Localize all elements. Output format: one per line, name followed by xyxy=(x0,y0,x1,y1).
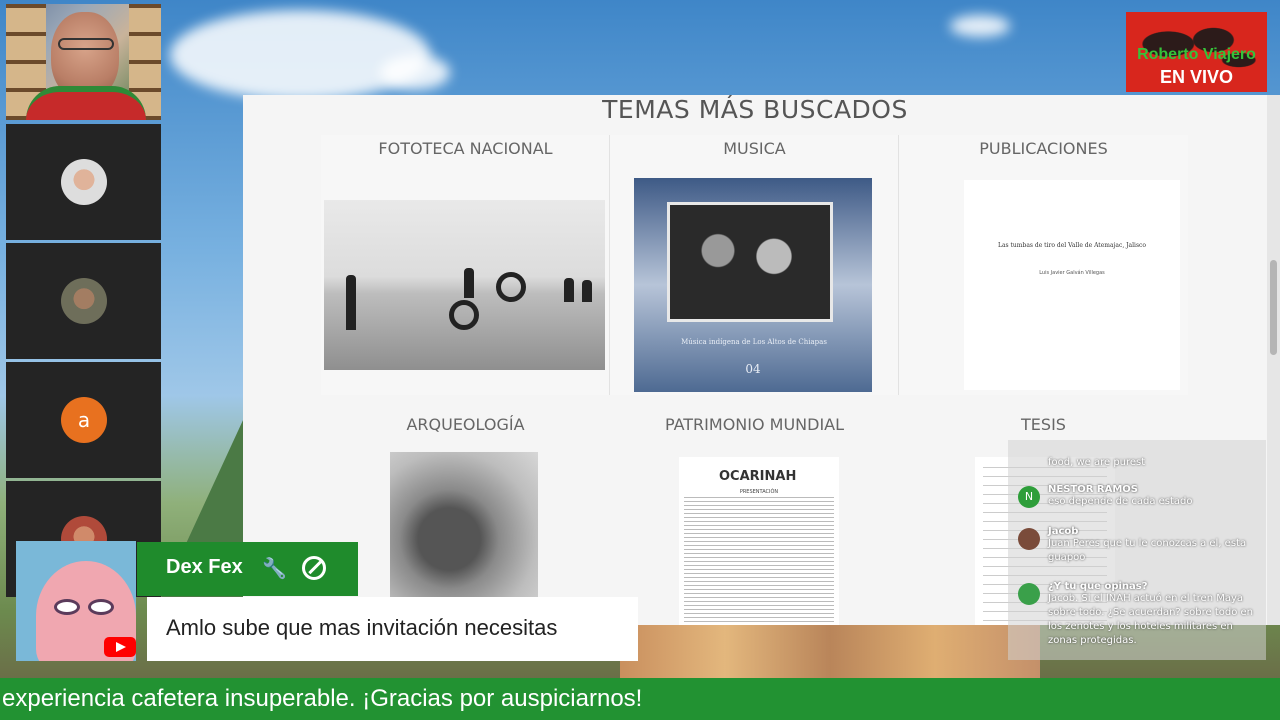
eye xyxy=(88,599,114,615)
person-figure xyxy=(564,278,574,302)
chat-author: ¿Y tu que opinas? xyxy=(1048,581,1148,592)
page-title: TEMAS MÁS BUSCADOS xyxy=(602,95,908,124)
participant-tile[interactable]: a xyxy=(6,362,161,478)
live-badge: EN VIVO xyxy=(1159,67,1234,87)
album-title: Música indígena de Los Altos de Chiapas xyxy=(681,338,827,346)
chat-message: N NESTOR RAMOS eso depende de cada estad… xyxy=(1018,484,1258,509)
commenter-name-bar: Dex Fex 🔧 xyxy=(137,542,358,596)
chat-message: ¿Y tu que opinas? Jacob. Si el INAH actu… xyxy=(1018,581,1258,648)
city-buildings xyxy=(620,620,1040,680)
card-title-arqueologia[interactable]: ARQUEOLOGÍA xyxy=(321,415,610,434)
play-icon xyxy=(116,642,126,652)
album-number: 04 xyxy=(745,362,761,376)
cloud xyxy=(380,55,450,90)
page-scrollbar[interactable] xyxy=(1267,95,1280,625)
person-figure xyxy=(346,275,356,330)
participant-tile[interactable] xyxy=(6,243,161,359)
host-shirt xyxy=(26,86,146,120)
person-figure xyxy=(582,280,592,302)
chat-text: Juan Peres que tu le conozcas a el, esta… xyxy=(1048,538,1247,563)
channel-logo: Roberto Viajero EN VIVO xyxy=(1126,12,1267,92)
scroll-thumb[interactable] xyxy=(1270,260,1277,355)
publication-cover[interactable]: Las tumbas de tiro del Valle de Atemajac… xyxy=(964,180,1180,390)
card-title-fototeca[interactable]: FOTOTECA NACIONAL xyxy=(321,139,610,158)
bottom-ticker: experiencia cafetera insuperable. ¡Graci… xyxy=(0,678,1280,720)
card-title-tesis[interactable]: TESIS xyxy=(899,415,1188,434)
document-logo: OCARINAH xyxy=(719,469,797,484)
commenter-name: Dex Fex xyxy=(166,556,243,578)
highlighted-comment: Amlo sube que mas invitación necesitas xyxy=(147,597,638,661)
youtube-icon xyxy=(104,637,136,657)
publication-author: Luis Javier Galván Villegas xyxy=(1039,270,1105,276)
block-icon xyxy=(302,556,326,580)
participant-tile[interactable] xyxy=(6,124,161,240)
chat-message: food, we are purest xyxy=(1018,456,1258,470)
ticker-text: experiencia cafetera insuperable. ¡Graci… xyxy=(2,685,643,712)
document-text xyxy=(684,497,834,625)
avatar xyxy=(61,278,107,324)
avatar xyxy=(1018,583,1040,605)
card-title-publicaciones[interactable]: PUBLICACIONES xyxy=(899,139,1188,158)
avatar-letter: a xyxy=(61,397,107,443)
rider-figure xyxy=(464,268,474,298)
motorcycle-wheel xyxy=(449,300,479,330)
fototeca-photo[interactable] xyxy=(324,200,605,370)
eye xyxy=(54,599,80,615)
chat-author: NESTOR RAMOS xyxy=(1048,484,1138,495)
heritage-document[interactable]: OCARINAH PRESENTACIÓN xyxy=(679,457,839,625)
chat-text: food, we are purest xyxy=(1048,457,1146,468)
card-title-musica[interactable]: MUSICA xyxy=(610,139,899,158)
chat-message: Jacob Juan Peres que tu le conozcas a el… xyxy=(1018,526,1258,565)
avatar xyxy=(61,159,107,205)
live-chat: food, we are purest N NESTOR RAMOS eso d… xyxy=(1008,440,1266,660)
album-photo xyxy=(667,202,833,322)
cloud xyxy=(170,10,430,100)
chat-text: eso depende de cada estado xyxy=(1048,496,1193,507)
glasses-icon xyxy=(58,38,114,50)
chat-author: Jacob xyxy=(1048,526,1079,537)
comment-text: Amlo sube que mas invitación necesitas xyxy=(166,615,558,640)
publication-title: Las tumbas de tiro del Valle de Atemajac… xyxy=(997,242,1147,249)
host-video[interactable] xyxy=(6,4,161,120)
cloud xyxy=(950,15,1010,37)
archaeology-photo[interactable] xyxy=(390,452,538,597)
motorcycle-wheel xyxy=(496,272,526,302)
card-title-patrimonio[interactable]: PATRIMONIO MUNDIAL xyxy=(610,415,899,434)
wrench-icon: 🔧 xyxy=(262,556,287,580)
logo-name: Roberto Viajero xyxy=(1137,46,1256,63)
document-subtitle: PRESENTACIÓN xyxy=(739,489,779,495)
chat-text: Jacob. Si el INAH actuó en el tren Maya … xyxy=(1048,593,1253,646)
avatar: N xyxy=(1018,486,1040,508)
music-album-cover[interactable]: Música indígena de Los Altos de Chiapas … xyxy=(634,178,872,392)
avatar xyxy=(1018,528,1040,550)
